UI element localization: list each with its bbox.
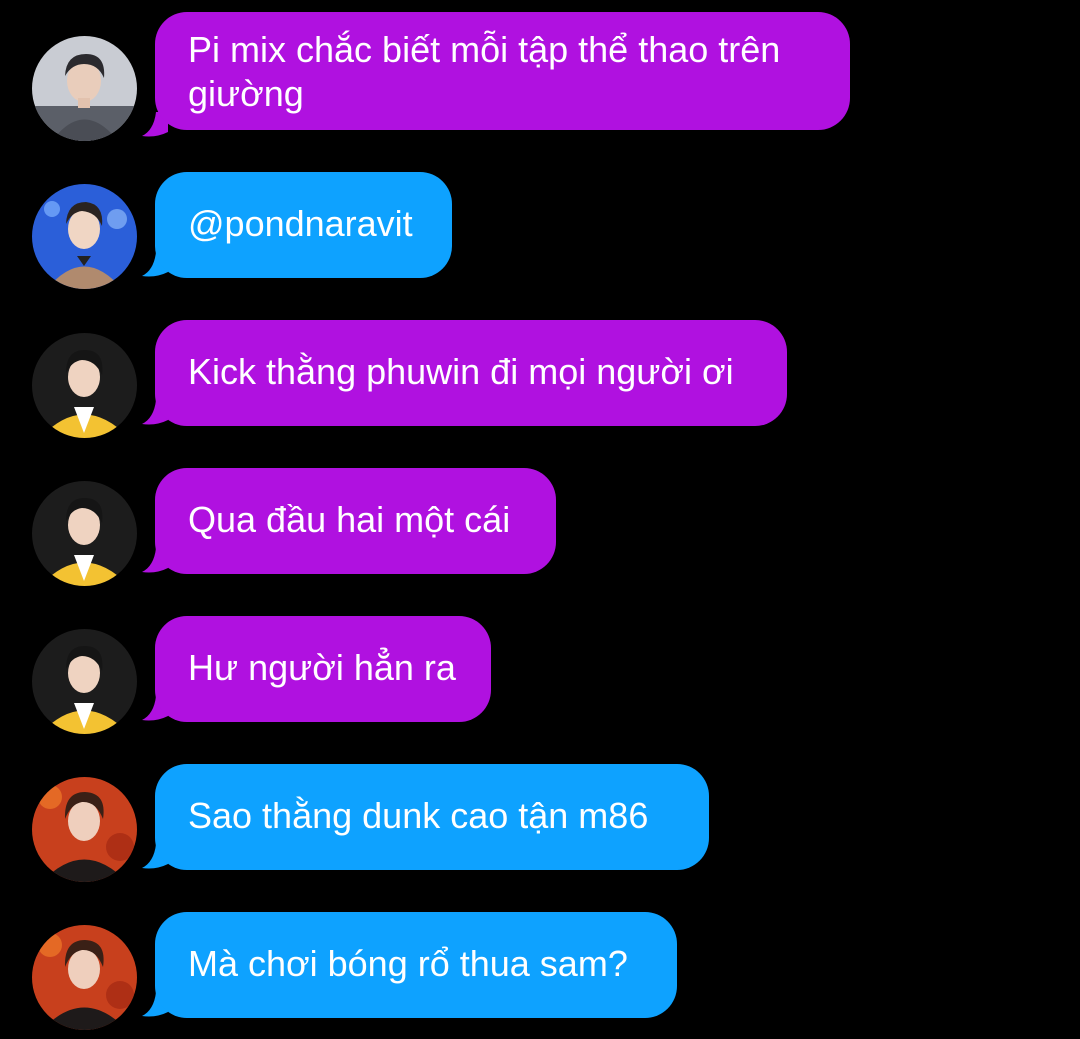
avatar-photo-icon xyxy=(32,333,137,438)
message-bubble[interactable]: Mà chơi bóng rổ thua sam? xyxy=(155,912,677,1018)
message-text: Kick thằng phuwin đi mọi người ơi xyxy=(188,351,734,392)
avatar[interactable] xyxy=(32,36,137,141)
avatar[interactable] xyxy=(32,629,137,734)
message-bubble[interactable]: Sao thằng dunk cao tận m86 xyxy=(155,764,709,870)
message-text: Qua đầu hai một cái xyxy=(188,499,511,540)
message-bubble[interactable]: Pi mix chắc biết mỗi tập thể thao trên g… xyxy=(155,12,850,130)
message-row: Mà chơi bóng rổ thua sam? xyxy=(0,912,1080,1030)
avatar-photo-icon xyxy=(32,36,137,141)
message-row: Qua đầu hai một cái xyxy=(0,468,1080,586)
message-row: Sao thằng dunk cao tận m86 xyxy=(0,764,1080,882)
chat-thread: Pi mix chắc biết mỗi tập thể thao trên g… xyxy=(0,0,1080,1039)
message-row: @pondnaravit xyxy=(0,172,1080,289)
message-bubble[interactable]: Kick thằng phuwin đi mọi người ơi xyxy=(155,320,787,426)
message-text: Hư người hẳn ra xyxy=(188,647,456,688)
avatar[interactable] xyxy=(32,333,137,438)
message-bubble[interactable]: Qua đầu hai một cái xyxy=(155,468,556,574)
message-bubble[interactable]: Hư người hẳn ra xyxy=(155,616,491,722)
avatar[interactable] xyxy=(32,925,137,1030)
avatar-photo-icon xyxy=(32,184,137,289)
avatar-photo-icon xyxy=(32,925,137,1030)
avatar[interactable] xyxy=(32,184,137,289)
avatar-photo-icon xyxy=(32,777,137,882)
avatar-photo-icon xyxy=(32,629,137,734)
avatar-photo-icon xyxy=(32,481,137,586)
avatar[interactable] xyxy=(32,481,137,586)
message-text: Sao thằng dunk cao tận m86 xyxy=(188,795,649,836)
avatar[interactable] xyxy=(32,777,137,882)
message-text: Mà chơi bóng rổ thua sam? xyxy=(188,943,628,984)
message-text: @pondnaravit xyxy=(188,203,413,244)
message-text: Pi mix chắc biết mỗi tập thể thao trên g… xyxy=(188,29,781,114)
message-row: Hư người hẳn ra xyxy=(0,616,1080,734)
message-bubble[interactable]: @pondnaravit xyxy=(155,172,452,278)
message-row: Pi mix chắc biết mỗi tập thể thao trên g… xyxy=(0,12,1080,141)
message-row: Kick thằng phuwin đi mọi người ơi xyxy=(0,320,1080,438)
